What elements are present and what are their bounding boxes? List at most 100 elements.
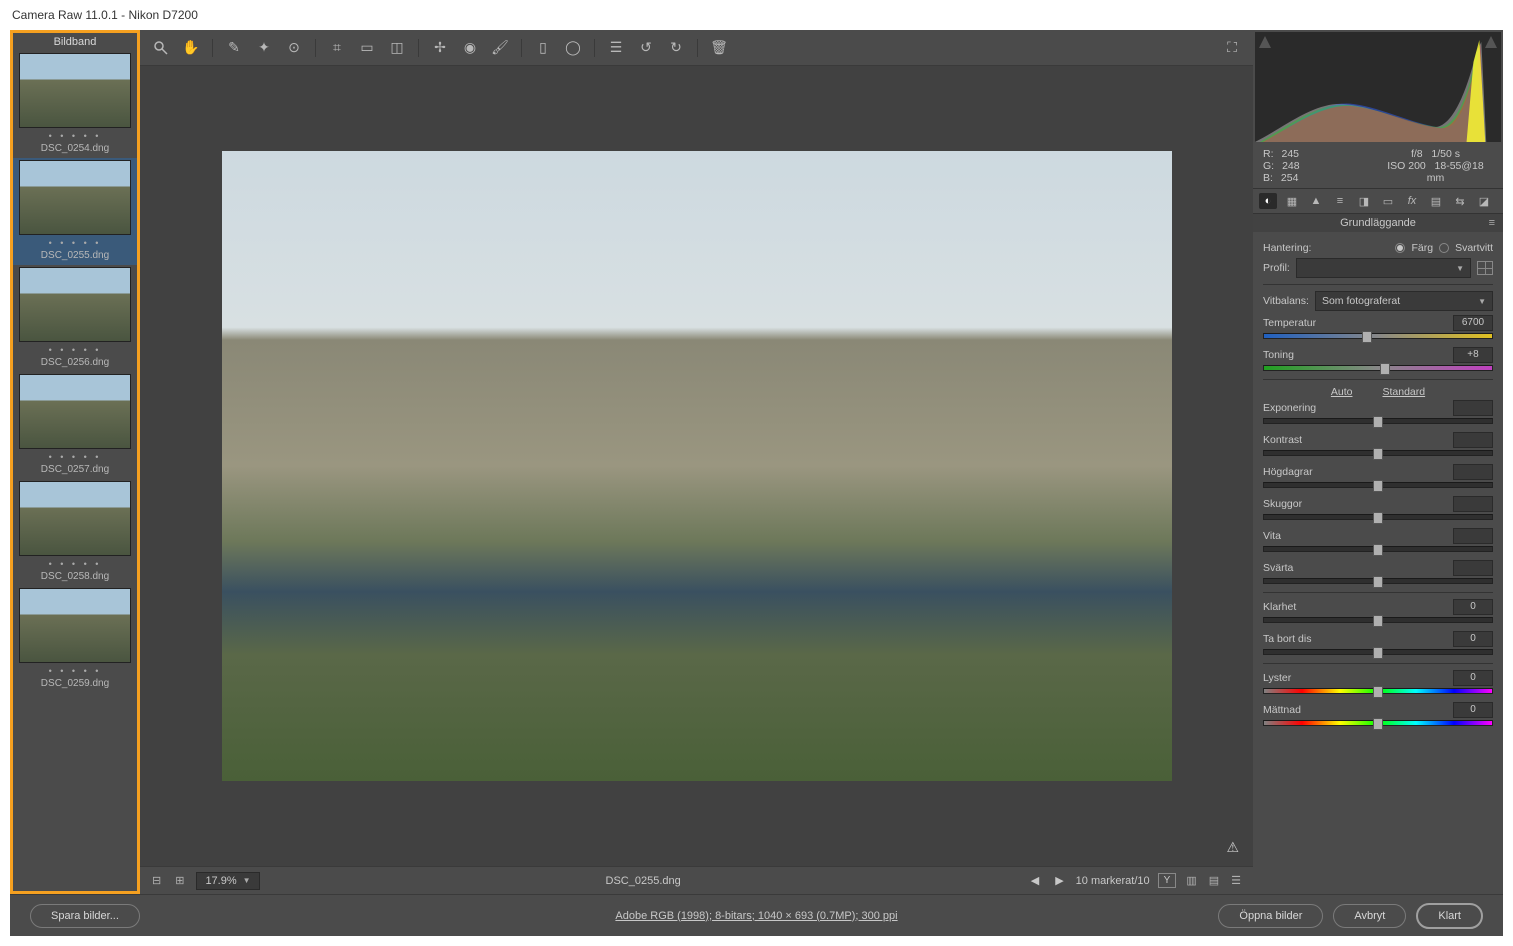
- slider-thumb[interactable]: [1362, 331, 1372, 343]
- slider-thumb[interactable]: [1373, 615, 1383, 627]
- slider-value-input[interactable]: [1453, 400, 1493, 416]
- fullscreen-icon[interactable]: ⛶: [1223, 39, 1241, 57]
- crop-tool-icon[interactable]: ⌗: [328, 39, 346, 57]
- rotate-cw-icon[interactable]: ↻: [667, 39, 685, 57]
- panel-menu-icon[interactable]: ≡: [1489, 217, 1495, 229]
- slider-value-input[interactable]: +8: [1453, 347, 1493, 363]
- slider-track[interactable]: [1263, 688, 1493, 694]
- thumbnail[interactable]: • • • • • DSC_0259.dng: [13, 586, 137, 693]
- slider-track[interactable]: [1263, 720, 1493, 726]
- slider-thumb[interactable]: [1373, 576, 1383, 588]
- slider-thumb[interactable]: [1373, 416, 1383, 428]
- wb-select[interactable]: Som fotograferat ▼: [1315, 291, 1493, 311]
- slider-value-input[interactable]: 0: [1453, 670, 1493, 686]
- rating-dots[interactable]: • • • • •: [19, 345, 131, 355]
- slider-value-input[interactable]: [1453, 464, 1493, 480]
- default-link[interactable]: Standard: [1382, 386, 1425, 398]
- thumbnail[interactable]: • • • • • DSC_0255.dng: [13, 158, 137, 265]
- preferences-icon[interactable]: ☰: [607, 39, 625, 57]
- slider-thumb[interactable]: [1373, 647, 1383, 659]
- slider-thumb[interactable]: [1373, 480, 1383, 492]
- minus-icon[interactable]: ⊟: [150, 874, 163, 887]
- cancel-button[interactable]: Avbryt: [1333, 904, 1406, 928]
- thumbnail[interactable]: • • • • • DSC_0257.dng: [13, 372, 137, 479]
- straighten-tool-icon[interactable]: ▭: [358, 39, 376, 57]
- tab-calibration-icon[interactable]: ▤: [1427, 193, 1445, 209]
- transform-tool-icon[interactable]: ◫: [388, 39, 406, 57]
- view-mode-icon[interactable]: ▤: [1207, 874, 1221, 887]
- tab-curve-icon[interactable]: ▦: [1283, 193, 1301, 209]
- slider-thumb[interactable]: [1380, 363, 1390, 375]
- slider-thumb[interactable]: [1373, 544, 1383, 556]
- tab-lens-icon[interactable]: ▭: [1379, 193, 1397, 209]
- thumbnail[interactable]: • • • • • DSC_0254.dng: [13, 51, 137, 158]
- before-after-toggle[interactable]: Y: [1158, 873, 1177, 888]
- slider-thumb[interactable]: [1373, 686, 1383, 698]
- slider-value-input[interactable]: [1453, 560, 1493, 576]
- graduated-filter-icon[interactable]: ▯: [534, 39, 552, 57]
- slider-track[interactable]: [1263, 482, 1493, 488]
- view-mode-icon[interactable]: ▥: [1184, 874, 1198, 887]
- workflow-options-link[interactable]: Adobe RGB (1998); 8-bitars; 1040 × 693 (…: [615, 910, 897, 922]
- zoom-tool-icon[interactable]: [152, 39, 170, 57]
- done-button[interactable]: Klart: [1416, 903, 1483, 929]
- adjustment-brush-icon[interactable]: 🖌: [491, 39, 509, 57]
- slider-track[interactable]: [1263, 418, 1493, 424]
- zoom-select[interactable]: 17.9% ▼: [196, 872, 259, 890]
- prev-image-icon[interactable]: ◀: [1027, 874, 1043, 887]
- slider-track[interactable]: [1263, 365, 1493, 371]
- slider-track[interactable]: [1263, 546, 1493, 552]
- slider-value-input[interactable]: [1453, 528, 1493, 544]
- slider-value-input[interactable]: 0: [1453, 631, 1493, 647]
- highlight-clip-warning-icon[interactable]: [1485, 36, 1497, 48]
- delete-icon[interactable]: 🗑: [710, 39, 728, 57]
- slider-track[interactable]: [1263, 514, 1493, 520]
- profile-browser-icon[interactable]: [1477, 261, 1493, 275]
- redeye-tool-icon[interactable]: ◉: [461, 39, 479, 57]
- slider-track[interactable]: [1263, 450, 1493, 456]
- menu-icon[interactable]: ☰: [1229, 874, 1243, 887]
- slider-thumb[interactable]: [1373, 512, 1383, 524]
- tab-presets-icon[interactable]: ⇆: [1451, 193, 1469, 209]
- rating-dots[interactable]: • • • • •: [19, 452, 131, 462]
- rotate-ccw-icon[interactable]: ↺: [637, 39, 655, 57]
- warning-badge-icon[interactable]: ⚠: [1226, 839, 1239, 856]
- open-images-button[interactable]: Öppna bilder: [1218, 904, 1323, 928]
- slider-value-input[interactable]: 6700: [1453, 315, 1493, 331]
- radio-bw[interactable]: [1439, 243, 1449, 253]
- spot-removal-tool-icon[interactable]: ✢: [431, 39, 449, 57]
- profile-select[interactable]: ▼: [1296, 258, 1471, 278]
- slider-value-input[interactable]: 0: [1453, 599, 1493, 615]
- image-preview-area[interactable]: ⚠: [140, 66, 1253, 866]
- slider-track[interactable]: [1263, 649, 1493, 655]
- thumbnail[interactable]: • • • • • DSC_0256.dng: [13, 265, 137, 372]
- next-image-icon[interactable]: ▶: [1051, 874, 1067, 887]
- tab-split-icon[interactable]: ◨: [1355, 193, 1373, 209]
- rating-dots[interactable]: • • • • •: [19, 131, 131, 141]
- filmstrip-list[interactable]: • • • • • DSC_0254.dng • • • • • DSC_025…: [13, 51, 137, 891]
- radio-color[interactable]: [1395, 243, 1405, 253]
- rating-dots[interactable]: • • • • •: [19, 666, 131, 676]
- auto-link[interactable]: Auto: [1331, 386, 1353, 398]
- rating-dots[interactable]: • • • • •: [19, 559, 131, 569]
- slider-value-input[interactable]: [1453, 496, 1493, 512]
- slider-thumb[interactable]: [1373, 718, 1383, 730]
- tab-effects-icon[interactable]: fx: [1403, 193, 1421, 209]
- slider-track[interactable]: [1263, 578, 1493, 584]
- plus-icon[interactable]: ⊞: [173, 874, 186, 887]
- save-images-button[interactable]: Spara bilder...: [30, 904, 140, 928]
- thumbnail[interactable]: • • • • • DSC_0258.dng: [13, 479, 137, 586]
- histogram[interactable]: [1255, 32, 1501, 142]
- slider-track[interactable]: [1263, 617, 1493, 623]
- shadow-clip-warning-icon[interactable]: [1259, 36, 1271, 48]
- white-balance-tool-icon[interactable]: ✎: [225, 39, 243, 57]
- tab-detail-icon[interactable]: ▲: [1307, 193, 1325, 209]
- slider-thumb[interactable]: [1373, 448, 1383, 460]
- radial-filter-icon[interactable]: ◯: [564, 39, 582, 57]
- slider-value-input[interactable]: [1453, 432, 1493, 448]
- color-sampler-tool-icon[interactable]: ✦: [255, 39, 273, 57]
- targeted-adjust-tool-icon[interactable]: ⊙: [285, 39, 303, 57]
- slider-value-input[interactable]: 0: [1453, 702, 1493, 718]
- tab-basic-icon[interactable]: ◐: [1259, 193, 1277, 209]
- slider-track[interactable]: [1263, 333, 1493, 339]
